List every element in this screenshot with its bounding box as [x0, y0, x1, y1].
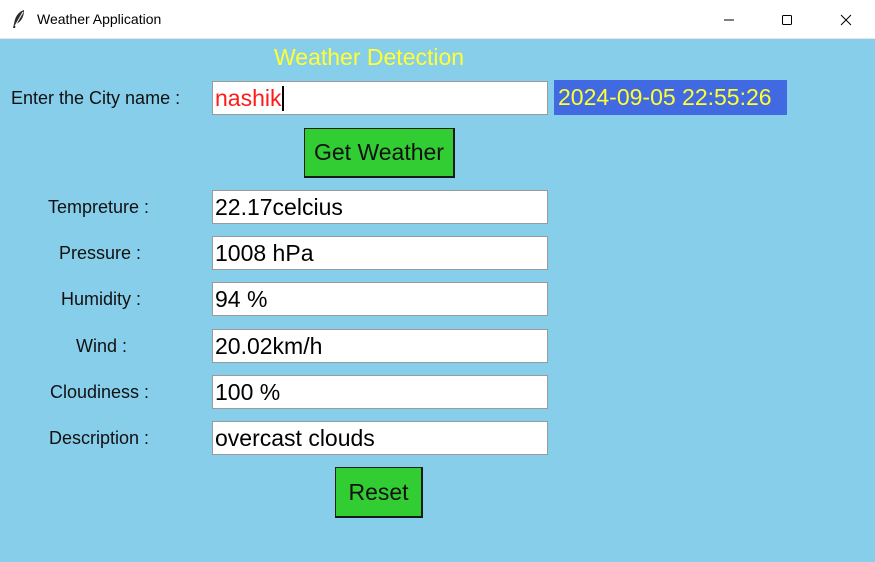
minimize-button[interactable]: [700, 0, 758, 39]
page-title: Weather Detection: [274, 44, 465, 70]
close-icon: [840, 14, 852, 25]
feather-icon: [10, 9, 28, 29]
reset-button[interactable]: Reset: [335, 467, 423, 518]
app-window: Weather Application Weather Detection En…: [0, 0, 875, 562]
city-label: Enter the City name :: [11, 88, 181, 108]
cloudiness-field[interactable]: 100 %: [212, 375, 548, 409]
humidity-label: Humidity :: [61, 289, 142, 309]
minimize-icon: [724, 19, 734, 20]
window-title: Weather Application: [37, 11, 162, 27]
maximize-icon: [782, 14, 792, 25]
wind-label: Wind :: [76, 336, 128, 356]
close-button[interactable]: [817, 0, 875, 39]
humidity-field[interactable]: 94 %: [212, 282, 548, 316]
wind-field[interactable]: 20.02km/h: [212, 329, 548, 363]
title-bar[interactable]: Weather Application: [0, 0, 875, 39]
text-caret: [282, 86, 285, 111]
get-weather-button[interactable]: Get Weather: [304, 128, 455, 178]
datetime-display: 2024-09-05 22:55:26: [554, 80, 787, 115]
temperature-label: Tempreture :: [48, 197, 150, 217]
pressure-label: Pressure :: [59, 243, 142, 263]
city-input[interactable]: nashik: [212, 81, 548, 115]
description-label: Description :: [49, 428, 150, 448]
temperature-field[interactable]: 22.17celcius: [212, 190, 548, 224]
pressure-field[interactable]: 1008 hPa: [212, 236, 548, 270]
description-field[interactable]: overcast clouds: [212, 421, 548, 455]
city-input-text: nashik: [215, 85, 282, 111]
maximize-button[interactable]: [758, 0, 816, 39]
cloudiness-label: Cloudiness :: [50, 382, 150, 402]
